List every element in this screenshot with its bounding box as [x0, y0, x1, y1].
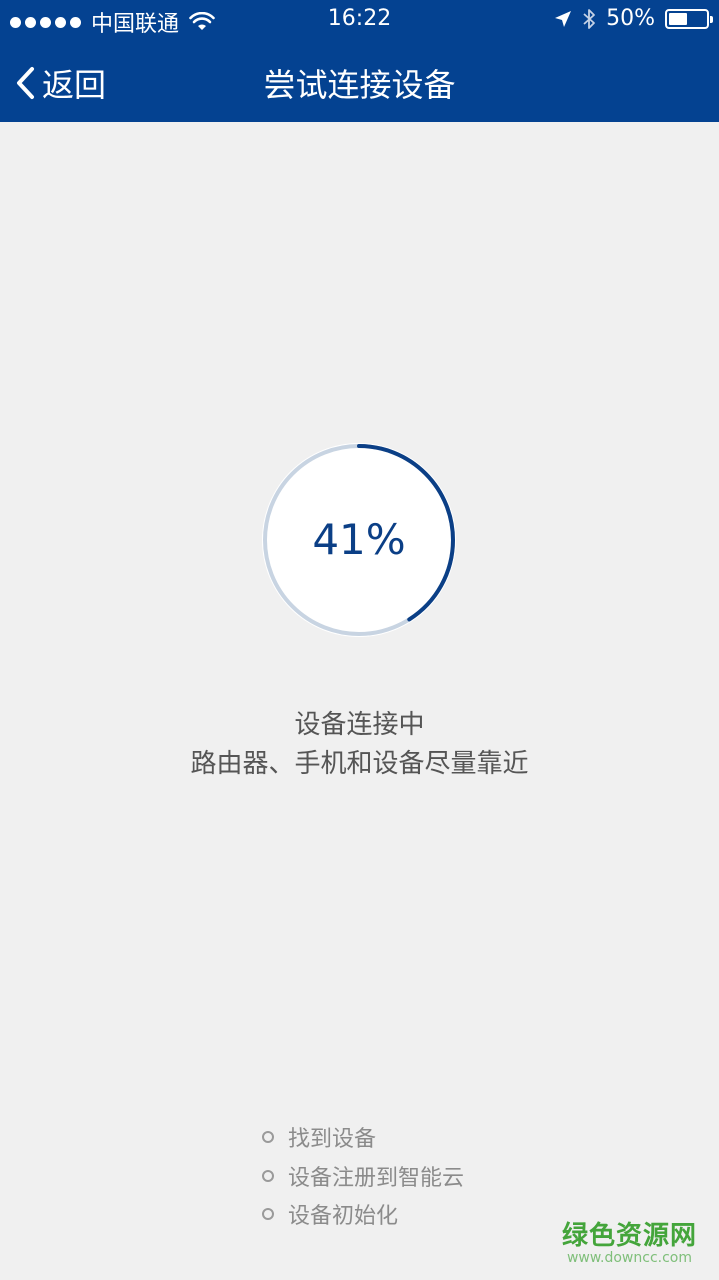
circle-bullet-icon	[262, 1131, 274, 1144]
battery-icon	[665, 8, 713, 29]
step-label: 设备注册到智能云	[288, 1165, 465, 1191]
watermark-title: 绿色资源网	[561, 1221, 697, 1251]
watermark: 绿色资源网 www.downcc.com	[562, 1215, 697, 1266]
step-label: 找到设备	[288, 1127, 377, 1153]
page-title: 尝试连接设备	[263, 66, 456, 104]
step-item: 设备注册到智能云	[262, 1157, 464, 1196]
battery-level	[669, 12, 687, 25]
status-bar: 中国联通 16:22 50%	[0, 0, 719, 40]
connecting-hint: 路由器、手机和设备尽量靠近	[190, 749, 529, 779]
battery-percent: 50%	[606, 6, 655, 31]
step-item: 找到设备	[262, 1118, 464, 1157]
circle-bullet-icon	[262, 1169, 274, 1182]
progress-ring: 41%	[259, 440, 459, 640]
status-right: 50%	[554, 6, 713, 31]
location-arrow-icon	[555, 10, 572, 27]
connecting-status: 设备连接中	[294, 710, 425, 740]
step-item: 设备初始化	[262, 1195, 464, 1234]
nav-bar: 返回 尝试连接设备	[0, 42, 719, 122]
progress-percent: 41%	[312, 515, 406, 564]
circle-bullet-icon	[262, 1208, 274, 1221]
watermark-url: www.downcc.com	[566, 1250, 693, 1266]
step-label: 设备初始化	[288, 1204, 399, 1230]
app-header: 中国联通 16:22 50% 返回 尝试连接设备	[0, 0, 719, 122]
bluetooth-icon	[583, 8, 595, 29]
step-list: 找到设备 设备注册到智能云 设备初始化	[262, 1118, 464, 1234]
